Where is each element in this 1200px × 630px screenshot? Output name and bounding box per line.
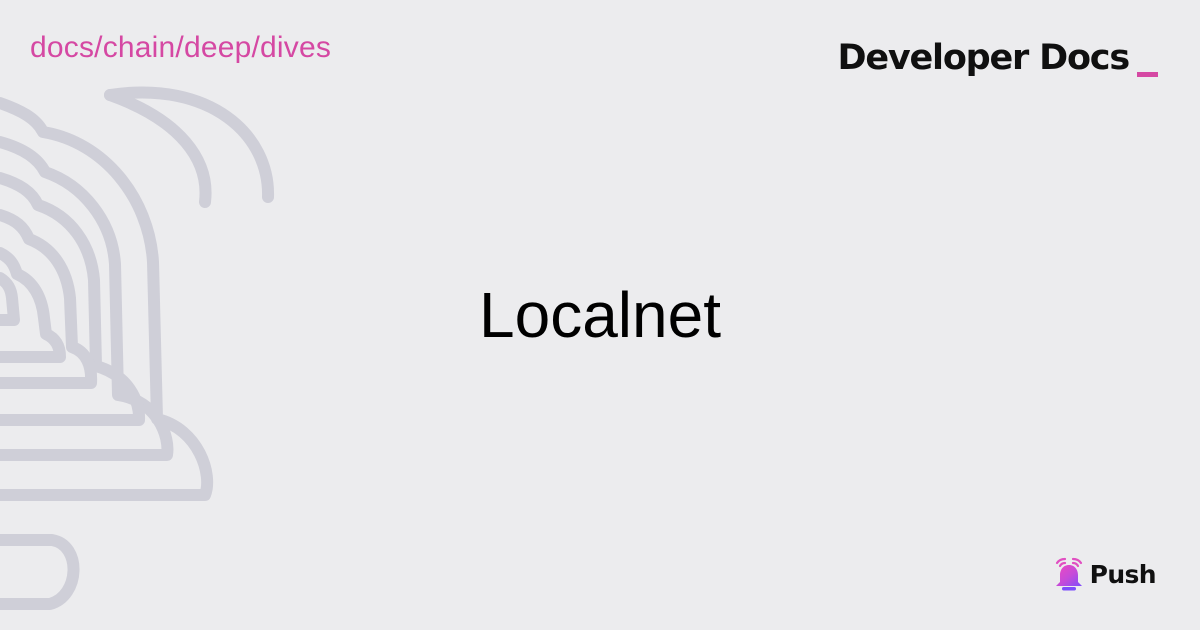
og-card: docs/chain/deep/dives Developer Docs Loc… — [0, 0, 1200, 630]
cursor-icon — [1137, 72, 1158, 77]
page-title: Localnet — [479, 279, 721, 351]
developer-docs-brand: Developer Docs — [837, 38, 1158, 78]
logo-text: Push — [1089, 560, 1157, 589]
push-logo: Push — [1052, 557, 1157, 593]
push-bell-icon — [1055, 557, 1082, 591]
breadcrumb[interactable]: docs/chain/deep/dives — [30, 30, 331, 66]
brand-title: Developer Docs — [837, 38, 1130, 78]
